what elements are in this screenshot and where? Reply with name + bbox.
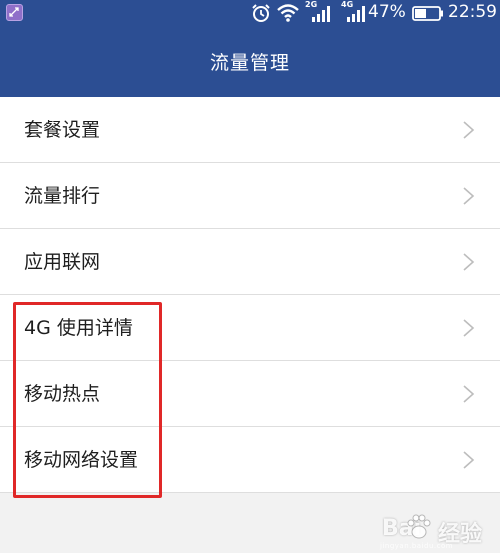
menu-item-label: 移动热点 [24,383,101,405]
signal-icon [312,6,330,22]
battery-icon [412,6,443,21]
menu-item-label: 4G 使用详情 [24,317,133,339]
chevron-right-icon [463,385,475,403]
settings-list: 套餐设置 流量排行 应用联网 4G 使用详情 移动热点 移动网络设置 [0,97,500,493]
chevron-right-icon [463,253,475,271]
app-notification-icon [6,4,23,21]
signal-icon [347,6,365,22]
menu-item-mobile-hotspot[interactable]: 移动热点 [0,361,500,427]
menu-item-package-settings[interactable]: 套餐设置 [0,97,500,163]
page-title: 流量管理 [209,52,290,74]
alarm-icon [252,4,270,22]
paw-icon [407,514,431,539]
watermark-subtext: jingyan.baidu.com [380,542,454,550]
clock-time: 22:59 [448,2,497,22]
chevron-right-icon [463,121,475,139]
menu-item-data-ranking[interactable]: 流量排行 [0,163,500,229]
menu-item-4g-usage-details[interactable]: 4G 使用详情 [0,295,500,361]
chevron-right-icon [463,319,475,337]
wifi-icon [277,4,299,22]
status-bar: 2G 4G 47% 22:59 [0,0,500,26]
menu-item-mobile-network-settings[interactable]: 移动网络设置 [0,427,500,493]
title-bar: 流量管理 [0,26,500,97]
menu-item-label: 套餐设置 [24,119,101,141]
menu-item-label: 流量排行 [24,185,101,207]
chevron-right-icon [463,451,475,469]
menu-item-label: 应用联网 [24,251,101,273]
menu-item-label: 移动网络设置 [24,449,139,471]
battery-percent: 47% [368,2,406,22]
menu-item-app-networking[interactable]: 应用联网 [0,229,500,295]
chevron-right-icon [463,187,475,205]
baidu-watermark: Bai 经验 jingyan.baidu.com [360,510,496,550]
